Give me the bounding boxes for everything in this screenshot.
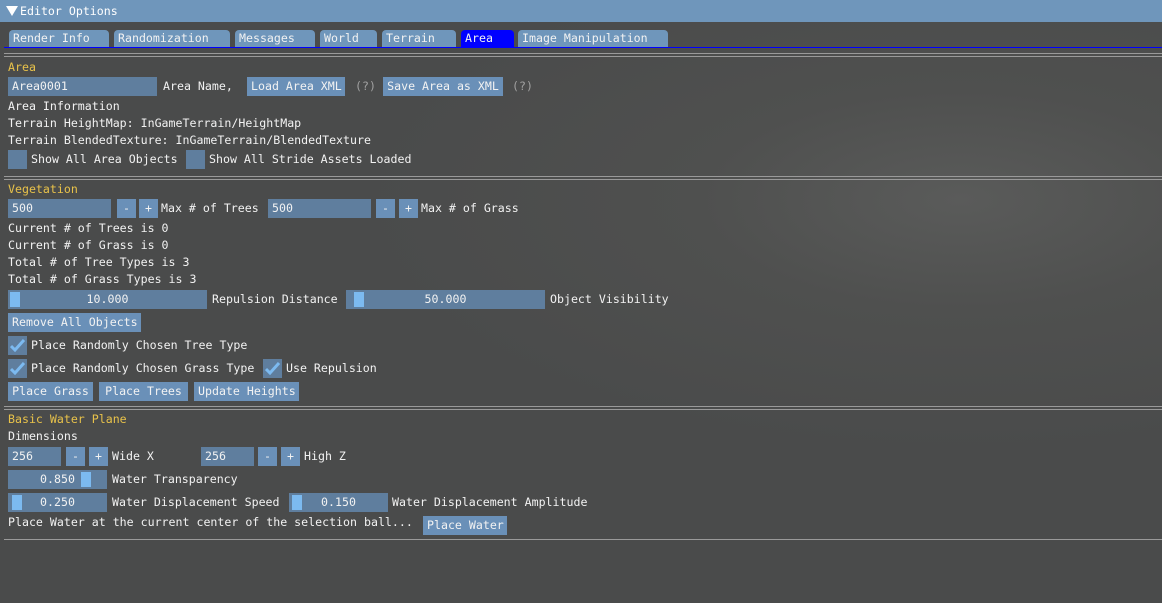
checkmark-icon [10, 362, 25, 375]
random-grass-label: Place Randomly Chosen Grass Type [31, 361, 255, 375]
separator [4, 176, 1162, 177]
show-area-objects-label: Show All Area Objects [31, 152, 178, 166]
repulsion-distance-label: Repulsion Distance [212, 292, 338, 306]
tab-messages[interactable]: Messages [235, 30, 315, 47]
max-trees-label: Max # of Trees [161, 201, 259, 215]
high-z-increment-button[interactable]: + [281, 447, 300, 466]
slider-grab[interactable] [292, 495, 302, 510]
help-marker[interactable]: (?) [355, 77, 376, 96]
slider-value: 50.000 [424, 292, 467, 306]
slider-grab[interactable] [10, 292, 20, 307]
window-title: Editor Options [20, 4, 118, 18]
random-tree-checkbox[interactable] [8, 336, 27, 355]
tab-render-info[interactable]: Render Info [9, 30, 109, 47]
vegetation-header: Vegetation [8, 182, 78, 196]
object-visibility-label: Object Visibility [550, 292, 669, 306]
grass-types-text: Total # of Grass Types is 3 [8, 272, 197, 286]
wide-x-input[interactable]: 256 [8, 447, 61, 466]
separator [4, 53, 1162, 54]
collapse-triangle-icon[interactable] [6, 6, 18, 16]
water-transparency-slider[interactable]: 0.850 [8, 470, 107, 489]
slider-grab[interactable] [81, 472, 91, 487]
separator [4, 539, 1162, 540]
tab-terrain[interactable]: Terrain [382, 30, 456, 47]
random-tree-label: Place Randomly Chosen Tree Type [31, 338, 248, 352]
wide-x-label: Wide X [112, 449, 154, 463]
terrain-texture-text: Terrain BlendedTexture: InGameTerrain/Bl… [8, 133, 371, 147]
slider-value: 0.250 [40, 495, 75, 509]
help-marker[interactable]: (?) [512, 77, 533, 96]
displacement-amplitude-label: Water Displacement Amplitude [392, 495, 588, 509]
slider-value: 10.000 [86, 292, 129, 306]
max-trees-decrement-button[interactable]: - [117, 199, 136, 218]
place-trees-button[interactable]: Place Trees [99, 382, 188, 401]
dimensions-label: Dimensions [8, 429, 78, 443]
show-assets-checkbox[interactable] [186, 150, 205, 169]
place-water-button[interactable]: Place Water [423, 516, 507, 535]
area-name-label: Area Name, [163, 79, 233, 93]
place-grass-button[interactable]: Place Grass [8, 382, 93, 401]
remove-all-objects-button[interactable]: Remove All Objects [8, 313, 141, 332]
max-grass-increment-button[interactable]: + [399, 199, 418, 218]
displacement-speed-label: Water Displacement Speed [112, 495, 280, 509]
separator [4, 409, 1162, 410]
save-area-xml-button[interactable]: Save Area as XML [383, 77, 503, 96]
area-header: Area [8, 60, 36, 74]
high-z-label: High Z [304, 449, 346, 463]
random-grass-checkbox[interactable] [8, 359, 27, 378]
repulsion-distance-slider[interactable]: 10.000 [8, 290, 207, 309]
checkmark-icon [265, 362, 280, 375]
tab-randomization[interactable]: Randomization [114, 30, 230, 47]
separator [4, 56, 1162, 57]
max-grass-label: Max # of Grass [421, 201, 519, 215]
show-area-objects-checkbox[interactable] [8, 150, 27, 169]
update-heights-button[interactable]: Update Heights [194, 382, 299, 401]
max-grass-decrement-button[interactable]: - [376, 199, 395, 218]
checkmark-icon [10, 339, 25, 352]
displacement-speed-slider[interactable]: 0.250 [8, 493, 107, 512]
high-z-input[interactable]: 256 [201, 447, 254, 466]
water-transparency-label: Water Transparency [112, 472, 238, 486]
tab-underline [4, 47, 1162, 48]
object-visibility-slider[interactable]: 50.000 [346, 290, 545, 309]
slider-value: 0.850 [40, 472, 75, 486]
slider-grab[interactable] [12, 495, 22, 510]
window-title-bar[interactable]: Editor Options [0, 0, 1162, 22]
max-trees-input[interactable]: 500 [8, 199, 111, 218]
use-repulsion-label: Use Repulsion [286, 361, 377, 375]
separator [4, 179, 1162, 180]
tab-image-manipulation[interactable]: Image Manipulation [518, 30, 668, 47]
displacement-amplitude-slider[interactable]: 0.150 [289, 493, 388, 512]
tab-world[interactable]: World [320, 30, 377, 47]
wide-x-decrement-button[interactable]: - [66, 447, 85, 466]
load-area-xml-button[interactable]: Load Area XML [247, 77, 345, 96]
slider-value: 0.150 [321, 495, 356, 509]
max-trees-increment-button[interactable]: + [139, 199, 158, 218]
show-assets-label: Show All Stride Assets Loaded [209, 152, 412, 166]
use-repulsion-checkbox[interactable] [263, 359, 282, 378]
wide-x-increment-button[interactable]: + [89, 447, 108, 466]
slider-grab[interactable] [354, 292, 364, 307]
place-water-text: Place Water at the current center of the… [8, 515, 413, 529]
area-name-input[interactable]: Area0001 [8, 77, 157, 96]
tab-area[interactable]: Area [461, 30, 514, 47]
high-z-decrement-button[interactable]: - [258, 447, 277, 466]
max-grass-input[interactable]: 500 [268, 199, 371, 218]
separator [4, 406, 1162, 407]
